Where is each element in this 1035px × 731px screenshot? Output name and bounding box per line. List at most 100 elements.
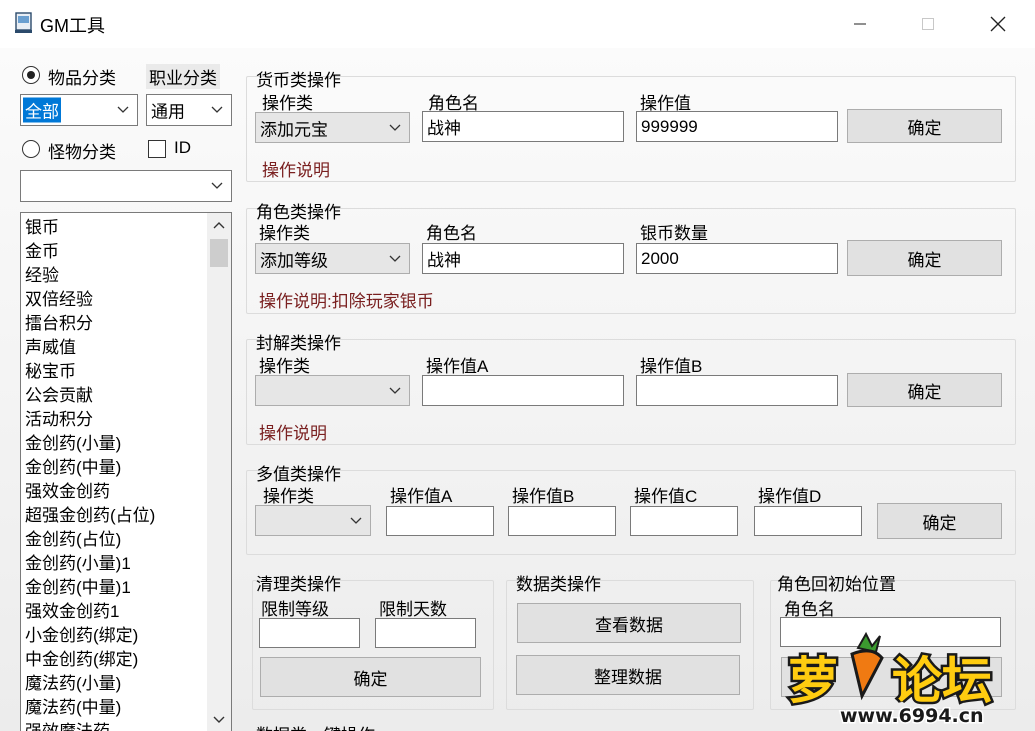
job-category-value: 通用 [151, 102, 185, 122]
ban-description: 操作说明 [259, 424, 327, 443]
chevron-down-icon [211, 182, 223, 189]
list-item[interactable]: 金创药(占位) [25, 528, 155, 552]
chevron-down-icon [117, 106, 129, 113]
list-item[interactable]: 魔法药(中量) [25, 696, 155, 720]
ban-value-b-input[interactable] [636, 375, 838, 406]
role-op-type-label: 操作类 [259, 224, 310, 243]
multi-a-input[interactable] [386, 506, 494, 536]
role-confirm-button[interactable]: 确定 [847, 240, 1002, 276]
ban-value-a-input[interactable] [422, 375, 624, 406]
role-op-type-value: 添加等级 [260, 251, 328, 270]
multi-d-input[interactable] [754, 506, 862, 536]
list-scrollbar[interactable] [207, 213, 231, 731]
organize-data-button[interactable]: 整理数据 [516, 655, 740, 695]
clean-days-label: 限制天数 [379, 600, 447, 619]
monster-category-radio[interactable] [22, 140, 40, 158]
role-role-input[interactable]: 战神 [422, 243, 624, 274]
item-category-combo[interactable]: 全部 [20, 94, 138, 126]
scroll-up-button[interactable] [207, 213, 231, 237]
chevron-down-icon [389, 124, 401, 131]
reset-position-title: 角色回初始位置 [777, 575, 896, 594]
item-category-radio[interactable] [22, 66, 40, 84]
list-item[interactable]: 强效金创药1 [25, 600, 155, 624]
data-ops-title: 数据类操作 [516, 575, 601, 594]
list-item[interactable]: 双倍经验 [25, 288, 155, 312]
monster-category-label: 怪物分类 [48, 143, 116, 162]
clean-confirm-button[interactable]: 确定 [260, 657, 481, 697]
id-checkbox[interactable] [148, 140, 166, 158]
role-op-type-combo[interactable]: 添加等级 [255, 243, 410, 274]
multi-op-type-combo[interactable] [255, 505, 371, 536]
list-item[interactable]: 金创药(小量)1 [25, 552, 155, 576]
multi-a-label: 操作值A [390, 487, 453, 506]
ban-op-type-label: 操作类 [259, 357, 310, 376]
chevron-down-icon [213, 716, 225, 723]
currency-ops-title: 货币类操作 [256, 71, 341, 90]
item-listbox[interactable]: 银币 金币 经验 双倍经验 擂台积分 声威值 秘宝币 公会贡献 活动积分 金创药(小量) 金创药(中… [20, 212, 232, 731]
maximize-icon [922, 18, 934, 30]
scroll-down-button[interactable] [207, 711, 231, 729]
list-item[interactable]: 中金创药(绑定) [25, 648, 155, 672]
close-button[interactable] [963, 0, 1033, 48]
chevron-down-icon [389, 255, 401, 262]
currency-role-input[interactable]: 战神 [422, 111, 624, 142]
currency-op-type-label: 操作类 [262, 94, 313, 113]
list-item[interactable]: 公会贡献 [25, 384, 155, 408]
list-item[interactable]: 金创药(小量) [25, 432, 155, 456]
bulk-data-ops-title: 数据类一键操作 [256, 721, 375, 731]
currency-value-input[interactable]: 999999 [636, 111, 838, 142]
scroll-thumb[interactable] [210, 239, 228, 267]
list-item[interactable]: 经验 [25, 264, 155, 288]
multi-b-label: 操作值B [512, 487, 575, 506]
list-item[interactable]: 金创药(中量)1 [25, 576, 155, 600]
ban-value-b-label: 操作值B [640, 357, 703, 376]
view-data-button[interactable]: 查看数据 [517, 603, 741, 643]
list-item[interactable]: 魔法药(小量) [25, 672, 155, 696]
minimize-button[interactable] [825, 0, 895, 48]
currency-op-type-value: 添加元宝 [260, 120, 328, 139]
item-category-label: 物品分类 [48, 69, 116, 88]
role-value-input[interactable]: 2000 [636, 243, 838, 274]
multi-b-input[interactable] [508, 506, 616, 536]
list-item[interactable]: 超强金创药(占位) [25, 504, 155, 528]
item-list: 银币 金币 经验 双倍经验 擂台积分 声威值 秘宝币 公会贡献 活动积分 金创药(小量) 金创药(中… [25, 216, 155, 731]
monster-category-combo[interactable] [20, 170, 232, 202]
clean-ops-title: 清理类操作 [256, 575, 341, 594]
ban-op-type-combo[interactable] [255, 375, 410, 406]
list-item[interactable]: 金创药(中量) [25, 456, 155, 480]
svg-text:萝: 萝 [788, 652, 838, 710]
job-category-combo[interactable]: 通用 [146, 94, 232, 126]
list-item[interactable]: 声威值 [25, 336, 155, 360]
clean-level-label: 限制等级 [261, 600, 329, 619]
list-item[interactable]: 小金创药(绑定) [25, 624, 155, 648]
currency-confirm-button[interactable]: 确定 [847, 109, 1002, 143]
role-role-label: 角色名 [426, 224, 477, 243]
watermark-url: www.6994.cn [840, 705, 984, 726]
clean-level-input[interactable] [259, 618, 360, 648]
chevron-down-icon [389, 387, 401, 394]
svg-text:论坛: 论坛 [892, 652, 992, 710]
ban-value-a-label: 操作值A [426, 357, 489, 376]
id-checkbox-label: ID [174, 138, 191, 157]
multi-c-input[interactable] [630, 506, 738, 536]
chevron-up-icon [213, 222, 225, 229]
role-description: 操作说明:扣除玩家银币 [259, 292, 434, 311]
chevron-down-icon [211, 106, 223, 113]
currency-description: 操作说明 [262, 161, 330, 180]
clean-days-input[interactable] [375, 618, 476, 648]
chevron-down-icon [350, 517, 362, 524]
list-item[interactable]: 活动积分 [25, 408, 155, 432]
list-item[interactable]: 银币 [25, 216, 155, 240]
multi-confirm-button[interactable]: 确定 [877, 503, 1002, 539]
list-item[interactable]: 擂台积分 [25, 312, 155, 336]
ban-confirm-button[interactable]: 确定 [847, 373, 1002, 407]
watermark-logo: 萝 论坛 www.6994.cn [786, 631, 995, 726]
multi-c-label: 操作值C [634, 487, 698, 506]
list-item[interactable]: 金币 [25, 240, 155, 264]
multi-d-label: 操作值D [758, 487, 822, 506]
currency-op-type-combo[interactable]: 添加元宝 [255, 112, 410, 143]
list-item[interactable]: 秘宝币 [25, 360, 155, 384]
list-item[interactable]: 强效魔法药 [25, 720, 155, 731]
list-item[interactable]: 强效金创药 [25, 480, 155, 504]
role-value-label: 银币数量 [640, 224, 708, 243]
